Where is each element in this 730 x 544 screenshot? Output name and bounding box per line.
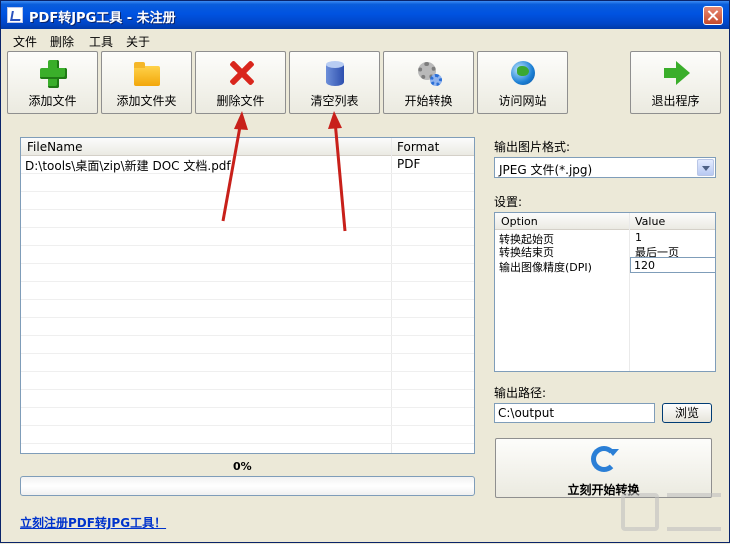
settings-divider [629, 213, 630, 371]
output-format-label: 输出图片格式: [494, 140, 571, 154]
progress-percent: 0% [233, 460, 252, 473]
output-format-select[interactable]: JPEG 文件(*.jpg) [494, 157, 716, 178]
file-list[interactable]: FileName Format D:\tools\桌面\zip\新建 DOC 文… [20, 137, 475, 454]
row-gridline [21, 263, 474, 264]
close-button[interactable] [703, 6, 723, 25]
row-gridline [21, 227, 474, 228]
clear-list-button[interactable]: 清空列表 [289, 51, 380, 114]
menu-file[interactable]: 文件 [13, 33, 37, 50]
row-gridline [21, 299, 474, 300]
output-path-label: 输出路径: [494, 386, 547, 400]
setting-option-end-page: 转换结束页 [499, 246, 554, 259]
row-gridline [21, 317, 474, 318]
row-gridline [21, 353, 474, 354]
output-path-value: C:\output [498, 406, 555, 420]
file-name-cell: D:\tools\桌面\zip\新建 DOC 文档.pdf [25, 159, 231, 173]
watermark-logo [619, 487, 725, 539]
column-header-format[interactable]: Format [397, 140, 439, 154]
row-gridline [21, 389, 474, 390]
progress-bar [20, 476, 475, 496]
register-link[interactable]: 立刻注册PDF转JPG工具！ [20, 514, 166, 531]
row-gridline [21, 407, 474, 408]
menu-tools[interactable]: 工具 [89, 33, 113, 50]
row-gridline [21, 281, 474, 282]
add-file-button[interactable]: 添加文件 [7, 51, 98, 114]
exit-button[interactable]: 退出程序 [630, 51, 721, 114]
row-gridline [21, 371, 474, 372]
row-gridline [21, 443, 474, 444]
add-folder-button[interactable]: 添加文件夹 [101, 51, 192, 114]
window-title: PDF转JPG工具 - 未注册 [29, 11, 176, 26]
chevron-down-icon[interactable] [697, 159, 714, 176]
column-gridline [391, 138, 392, 453]
setting-value-start-page[interactable]: 1 [635, 231, 642, 244]
add-file-label: 添加文件 [28, 94, 77, 108]
settings-header: Option Value [495, 213, 715, 230]
browse-button[interactable]: 浏览 [662, 403, 712, 423]
start-convert-label: 开始转换 [404, 94, 453, 108]
file-list-header: FileName Format [21, 138, 474, 156]
clear-list-label: 清空列表 [310, 94, 359, 108]
refresh-icon [591, 446, 619, 472]
app-icon [7, 7, 23, 23]
exit-arrow-icon [661, 58, 691, 88]
row-gridline [21, 245, 474, 246]
menu-bar: 文件 删除 工具 关于 [1, 30, 729, 50]
output-format-value: JPEG 文件(*.jpg) [499, 163, 593, 177]
globe-icon [508, 58, 538, 88]
setting-option-dpi: 输出图像精度(DPI) [499, 261, 592, 274]
output-path-input[interactable]: C:\output [494, 403, 655, 423]
dpi-input[interactable]: 120 [630, 257, 715, 273]
setting-value-dpi: 120 [634, 259, 655, 272]
database-icon [320, 58, 350, 88]
settings-label: 设置: [494, 195, 523, 209]
column-header-filename[interactable]: FileName [27, 140, 82, 154]
delete-file-label: 删除文件 [216, 94, 265, 108]
file-format-cell: PDF [397, 157, 421, 171]
row-gridline [21, 425, 474, 426]
menu-delete[interactable]: 删除 [50, 33, 74, 50]
menu-about[interactable]: 关于 [126, 33, 150, 50]
title-bar[interactable]: PDF转JPG工具 - 未注册 [1, 1, 729, 29]
exit-label: 退出程序 [651, 94, 700, 108]
row-gridline [21, 209, 474, 210]
add-icon [38, 58, 68, 88]
settings-header-option: Option [501, 215, 538, 228]
add-folder-label: 添加文件夹 [116, 94, 177, 108]
visit-site-label: 访问网站 [498, 94, 547, 108]
visit-site-button[interactable]: 访问网站 [477, 51, 568, 114]
row-gridline [21, 335, 474, 336]
delete-icon [226, 58, 256, 88]
app-window: PDF转JPG工具 - 未注册 文件 删除 工具 关于 添加文件 添加文件夹 删… [0, 0, 730, 543]
row-gridline [21, 191, 474, 192]
start-convert-button[interactable]: 开始转换 [383, 51, 474, 114]
folder-icon [132, 58, 162, 88]
gear-icon [414, 58, 444, 88]
settings-header-value: Value [635, 215, 666, 228]
settings-grid[interactable]: Option Value 转换起始页 1 转换结束页 最后一页 输出图像精度(D… [494, 212, 716, 372]
delete-file-button[interactable]: 删除文件 [195, 51, 286, 114]
